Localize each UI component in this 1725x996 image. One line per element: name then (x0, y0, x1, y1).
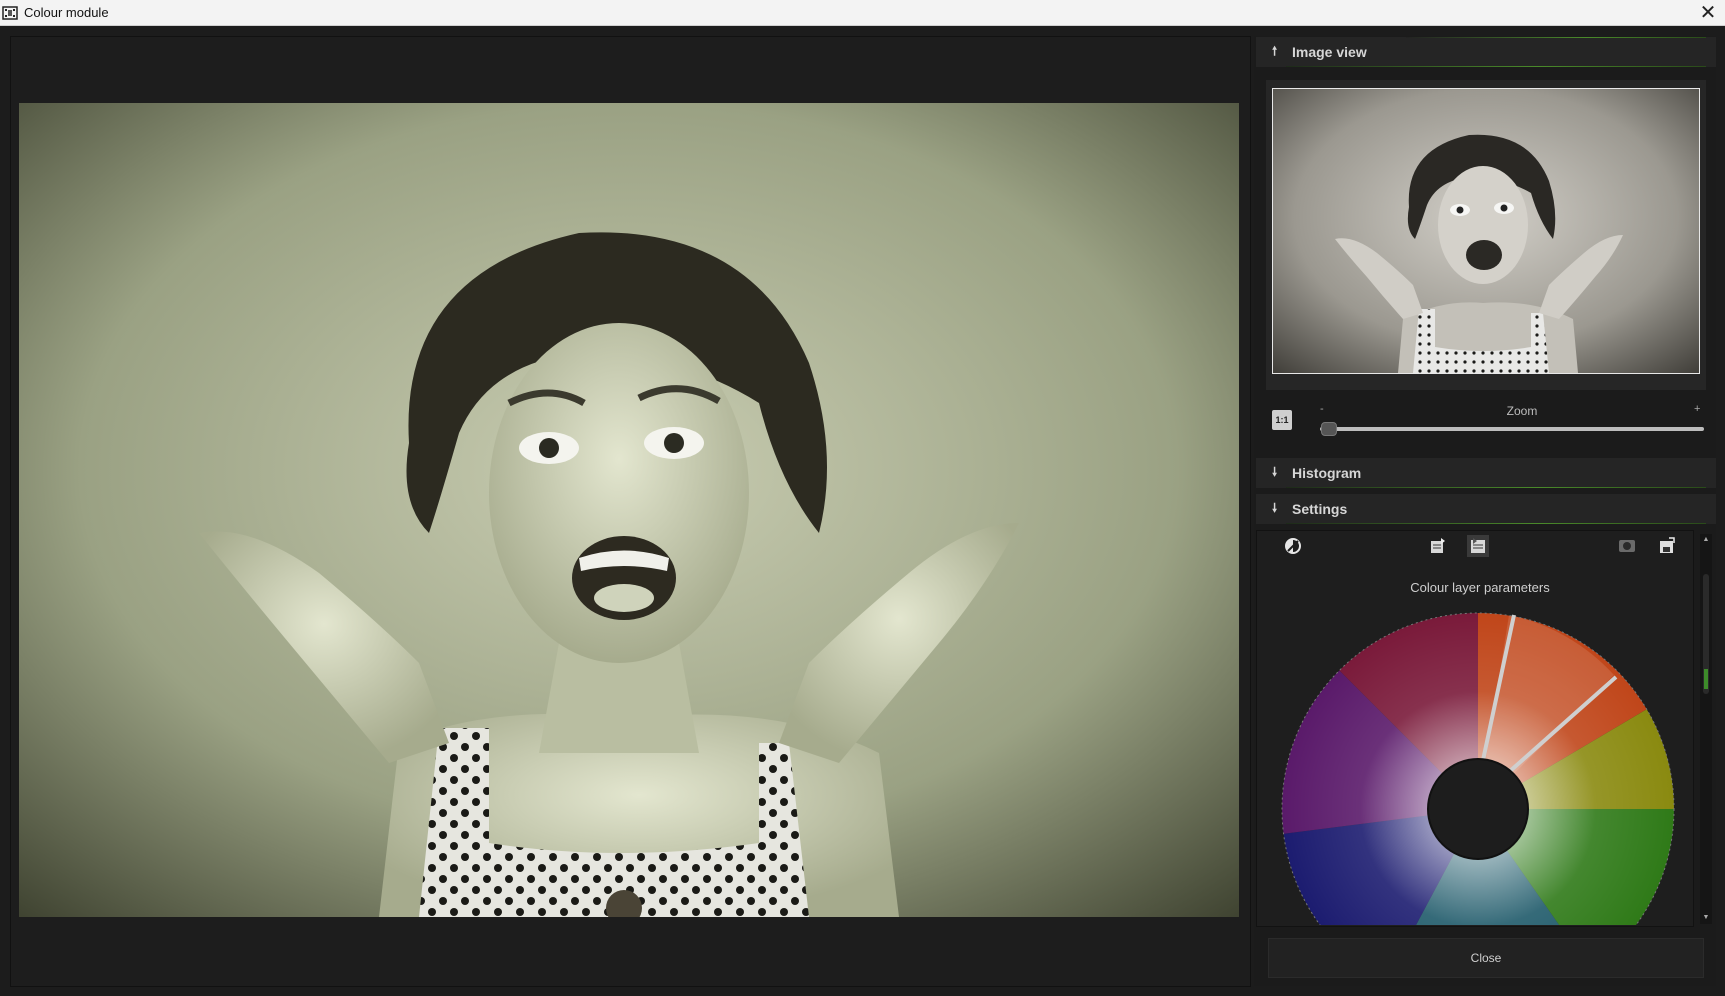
scroll-down-icon[interactable]: ▼ (1700, 912, 1712, 924)
film-icon (2, 5, 18, 20)
zoom-one-to-one-button[interactable]: 1:1 (1272, 410, 1292, 430)
zoom-minus-label: - (1320, 403, 1324, 415)
title-bar: Colour module ✕ (0, 0, 1725, 26)
scroll-up-icon[interactable]: ▲ (1700, 534, 1712, 546)
zoom-control: 1:1 - Zoom + (1262, 400, 1716, 440)
colour-layer-title: Colour layer parameters (1410, 580, 1550, 595)
mask-icon[interactable] (1616, 535, 1638, 557)
zoom-label: Zoom (1506, 404, 1538, 418)
import-preset-icon[interactable] (1467, 535, 1489, 557)
window-title: Colour module (24, 5, 109, 20)
zoom-slider-track[interactable] (1320, 427, 1704, 431)
arrow-down-icon: 🠗 (1272, 500, 1278, 515)
image-view-header[interactable]: 🠕 Image view (1256, 37, 1716, 67)
export-preset-icon[interactable] (1427, 535, 1449, 557)
scroll-indicator (1704, 669, 1708, 689)
close-icon[interactable]: ✕ (1697, 1, 1719, 24)
zoom-plus-label: + (1694, 403, 1701, 415)
settings-header[interactable]: 🠗 Settings (1256, 494, 1716, 524)
arrow-down-icon: 🠗 (1272, 464, 1278, 479)
thumbnail-preview[interactable] (1272, 88, 1700, 374)
histogram-label: Histogram (1292, 465, 1362, 481)
settings-label: Settings (1292, 501, 1348, 517)
save-icon[interactable] (1656, 535, 1678, 557)
image-view-label: Image view (1292, 44, 1367, 60)
close-button[interactable]: Close (1268, 938, 1704, 978)
contrast-icon[interactable] (1282, 535, 1304, 557)
histogram-header[interactable]: 🠗 Histogram (1256, 458, 1716, 488)
main-photo (19, 103, 1239, 917)
colour-wheel[interactable] (1264, 605, 1686, 925)
zoom-slider-handle[interactable] (1321, 422, 1337, 436)
arrow-up-icon: 🠕 (1272, 43, 1278, 58)
settings-scrollbar[interactable]: ▲ ▼ (1700, 534, 1712, 924)
